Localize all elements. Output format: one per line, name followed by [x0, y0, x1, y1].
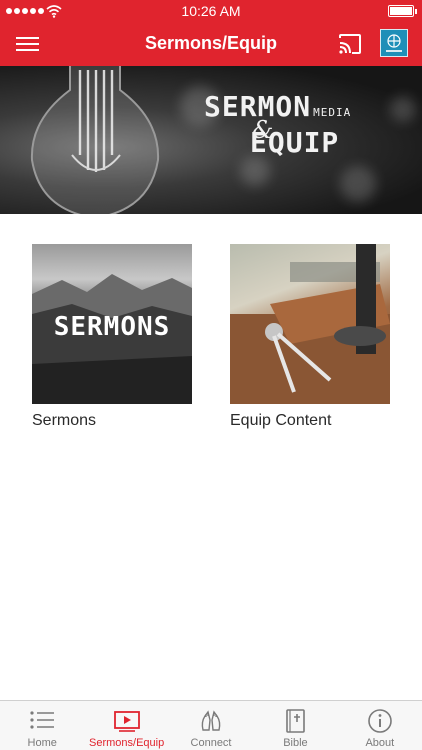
- tab-bar: Home Sermons/Equip Connect Bible About: [0, 700, 422, 750]
- battery-icon: [388, 5, 414, 17]
- tab-connect[interactable]: Connect: [169, 701, 253, 750]
- sermons-card[interactable]: SERMONS Sermons: [32, 244, 192, 430]
- church-logo-icon[interactable]: [380, 29, 408, 57]
- equip-content-label[interactable]: Equip Content: [230, 412, 390, 430]
- sermon-media-banner: SERMON MEDIA & EQUIP: [0, 66, 422, 214]
- praying-hands-icon: [201, 710, 221, 731]
- bible-icon: [286, 709, 306, 733]
- banner-title: SERMON MEDIA & EQUIP: [204, 90, 352, 159]
- equip-content-card[interactable]: Equip Content: [230, 244, 390, 430]
- cast-icon[interactable]: [338, 33, 362, 55]
- tab-about[interactable]: About: [338, 701, 422, 750]
- light-bulb-icon: [30, 66, 160, 214]
- list-icon: [30, 711, 55, 729]
- sermons-thumbnail[interactable]: SERMONS: [32, 244, 192, 404]
- tab-home[interactable]: Home: [0, 701, 84, 750]
- status-time: 10:26 AM: [181, 3, 241, 19]
- tab-bible[interactable]: Bible: [253, 701, 337, 750]
- play-icon: [113, 711, 140, 732]
- equip-content-thumbnail[interactable]: [230, 244, 390, 404]
- status-bar: 10:26 AM: [0, 0, 422, 22]
- info-icon: [368, 709, 392, 733]
- tab-sermons-equip[interactable]: Sermons/Equip: [84, 701, 168, 750]
- navigation-bar: Sermons/Equip: [0, 22, 422, 66]
- sermons-label[interactable]: Sermons: [32, 412, 192, 430]
